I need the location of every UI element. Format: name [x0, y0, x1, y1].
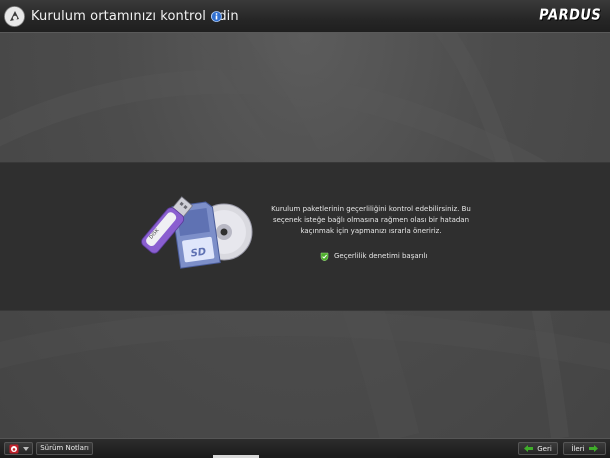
description-text: Kurulum paketlerinin geçerliliğini kontr… — [271, 205, 471, 235]
arrow-left-icon — [524, 445, 534, 452]
arrow-right-icon — [588, 445, 598, 452]
bottom-bar: Sürüm Notları Geri İleri — [0, 438, 610, 458]
pardus-logo-icon — [9, 444, 19, 454]
next-button[interactable]: İleri — [563, 442, 606, 455]
release-notes-button[interactable]: Sürüm Notları — [36, 442, 93, 455]
page-title: Kurulum ortamınızı kontrol edin — [31, 9, 239, 24]
title-bar: Kurulum ortamınızı kontrol edin PARDUS — [0, 0, 610, 33]
next-button-label: İleri — [571, 444, 585, 453]
info-help-icon[interactable] — [211, 11, 222, 22]
menu-button[interactable] — [4, 442, 33, 455]
pardus-logo-icon — [4, 6, 25, 27]
check-shield-icon — [320, 252, 329, 261]
svg-text:SD: SD — [190, 247, 207, 260]
installation-media-illustration: SD DISK — [141, 196, 253, 269]
status-text: Geçerlilik denetimi başarılı — [334, 252, 428, 260]
brand-logo: PARDUS — [537, 6, 603, 25]
validation-status: Geçerlilik denetimi başarılı — [320, 251, 427, 261]
back-button-label: Geri — [537, 444, 552, 453]
chevron-down-icon — [23, 447, 29, 451]
back-button[interactable]: Geri — [518, 442, 558, 455]
